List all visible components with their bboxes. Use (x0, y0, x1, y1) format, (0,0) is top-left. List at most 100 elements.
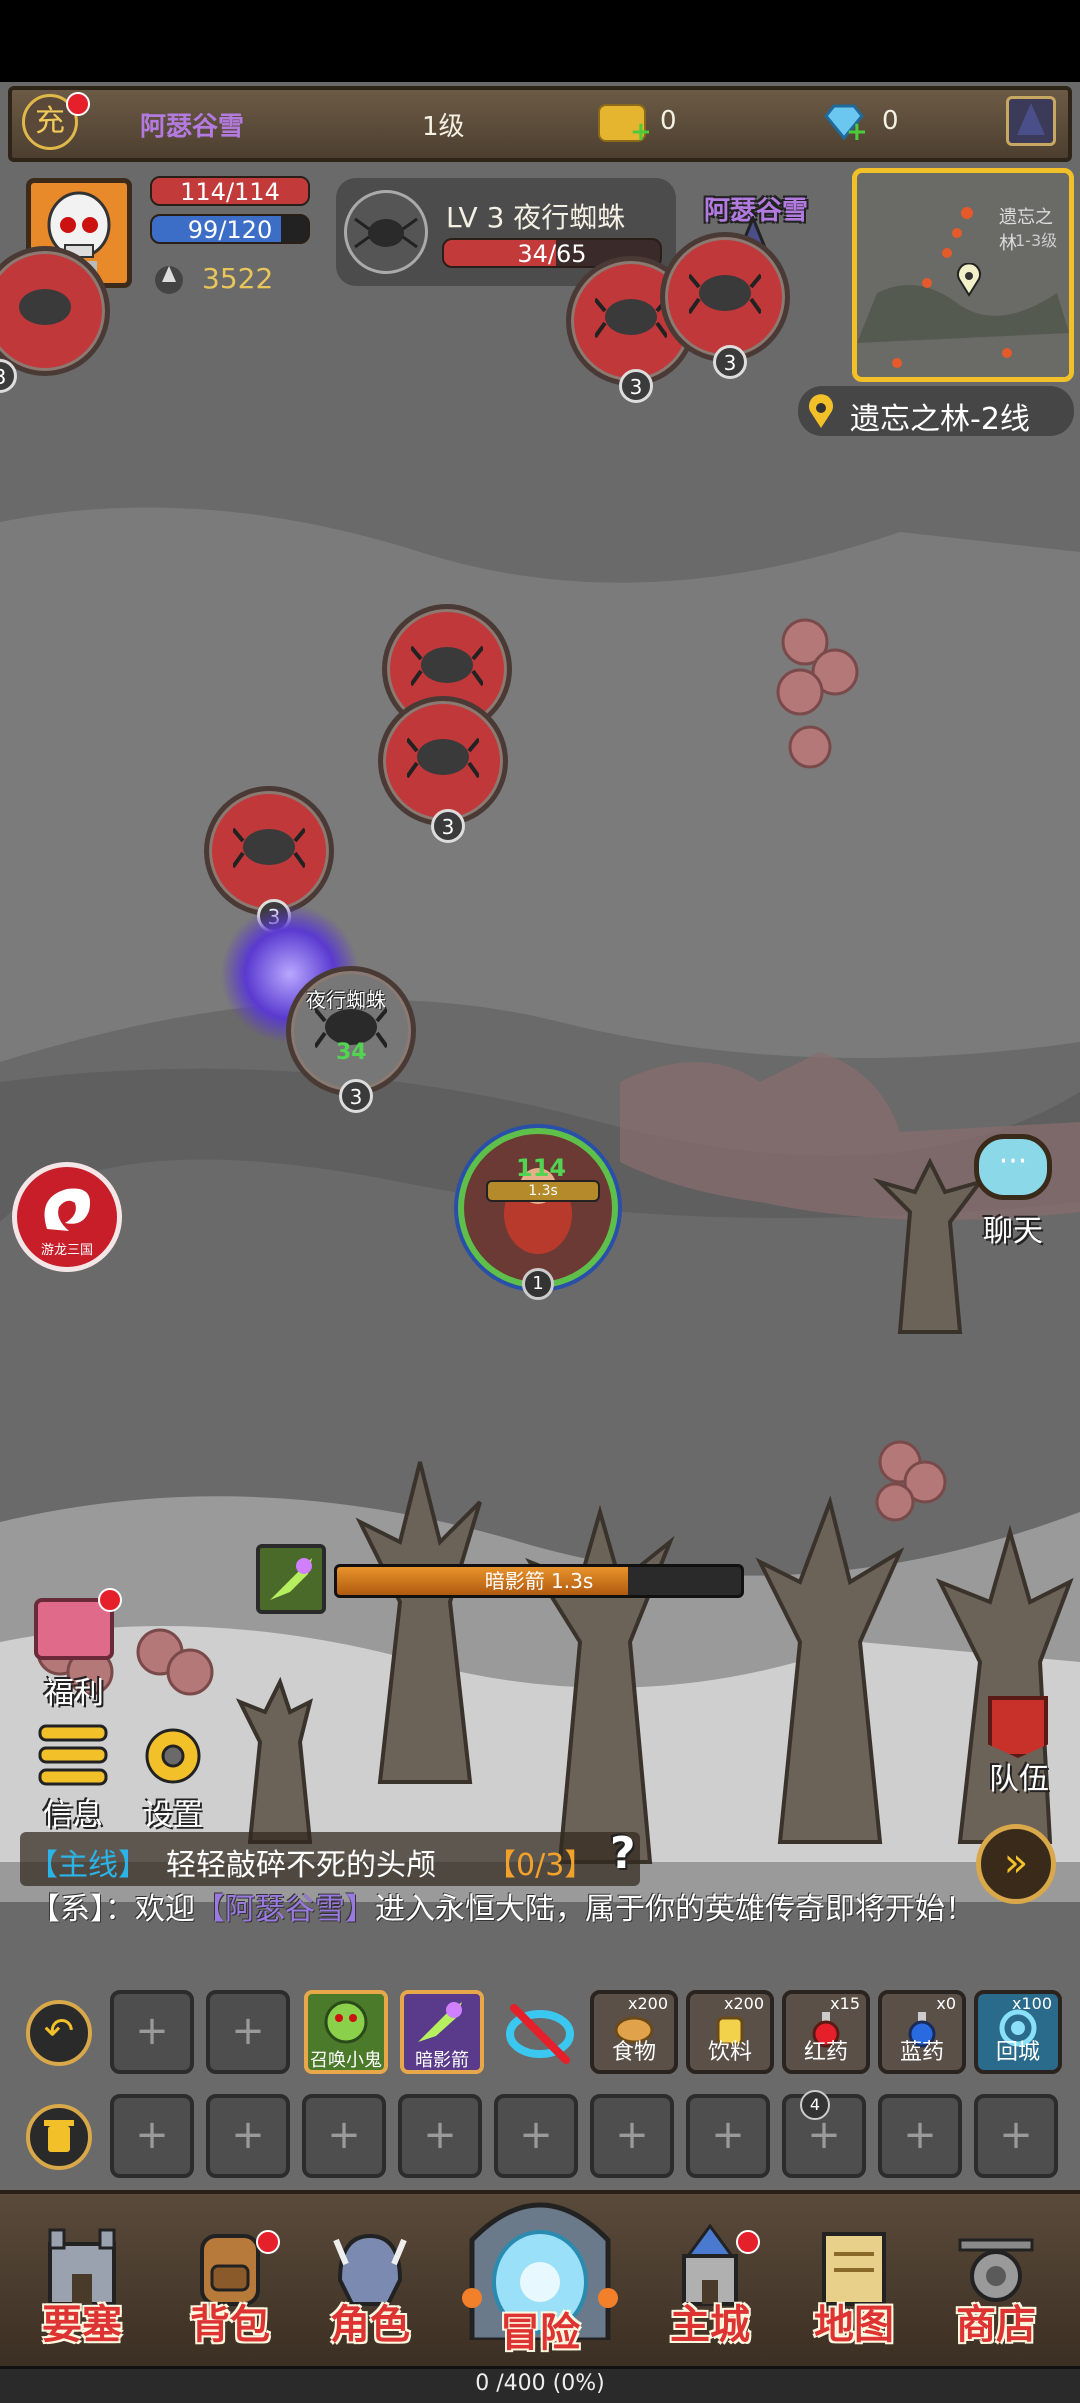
nav-map-label: 地图 (814, 2302, 894, 2348)
item-return-scroll[interactable]: x100 回城 (974, 1990, 1062, 2074)
spider-icon (19, 289, 71, 325)
power-value: 3522 (202, 262, 274, 295)
recharge-label: 充 (35, 104, 65, 139)
item-red-potion-label: 红药 (803, 2040, 848, 2065)
nav-main-city-label: 主城 (670, 2302, 750, 2348)
minimap-level-range: 1-3级 (1015, 231, 1058, 250)
item-blue-potion-label: 蓝药 (899, 2040, 944, 2065)
power-icon (154, 260, 184, 298)
location-pin-icon (806, 394, 836, 430)
nav-main-city[interactable]: 主城 (650, 2210, 770, 2360)
team-banner-icon (988, 1696, 1048, 1758)
item-red-potion[interactable]: x15 红药 (782, 1990, 870, 2074)
enemy-level-badge: 3 (339, 1079, 373, 1113)
shadow-bolt-icon (418, 2002, 462, 2042)
damage-number: 34 (336, 1040, 367, 1065)
status-bar (0, 0, 1080, 82)
settings-label: 设置 (143, 1798, 203, 1833)
recharge-notification-dot (66, 92, 90, 116)
skill-summon-imp-label: 召唤小鬼 (310, 2050, 382, 2071)
discard-button[interactable] (26, 2104, 92, 2170)
nav-character[interactable]: 角色 (310, 2210, 430, 2360)
item-slot-empty[interactable]: + (110, 2094, 194, 2178)
skill-shadow-bolt[interactable]: 暗影箭 (400, 1990, 484, 2074)
class-avatar-icon[interactable] (1006, 96, 1056, 146)
item-slot-empty[interactable]: + (206, 2094, 290, 2178)
nav-shop-label: 商店 (956, 2302, 1036, 2348)
nav-map[interactable]: 地图 (794, 2210, 914, 2360)
item-return-scroll-label: 回城 (995, 2040, 1040, 2065)
gear-icon (145, 1728, 201, 1784)
diamond-amount: 0 (882, 106, 899, 136)
player-hp-text: 114/114 (180, 178, 280, 206)
hero-level-badge: 1 (522, 1268, 554, 1300)
item-slot-empty[interactable]: + (686, 2094, 770, 2178)
team-button[interactable]: 队伍 (974, 1690, 1064, 1800)
enemy-level-badge: 3 (619, 369, 653, 403)
item-food[interactable]: x200 食物 (590, 1990, 678, 2074)
undo-button[interactable]: ↶ (26, 2000, 92, 2066)
item-slot-empty[interactable]: + (398, 2094, 482, 2178)
promo-badge-button[interactable]: 游龙三国 (12, 1162, 122, 1272)
exp-bar-text: 0 /400 (0%) (475, 2371, 605, 2396)
item-slot-empty[interactable]: + (302, 2094, 386, 2178)
system-message-prefix: 【系】：欢迎 (30, 1892, 195, 1927)
item-drink[interactable]: x200 饮料 (686, 1990, 774, 2074)
exp-bar: 0 /400 (0%) (0, 2366, 1080, 2403)
skill-shadow-bolt-label: 暗影箭 (415, 2050, 469, 2071)
quest-tag: 【主线】 (28, 1848, 148, 1883)
target-name: LV 3 夜行蜘蛛 (446, 201, 626, 234)
chat-label: 聊天 (983, 1214, 1043, 1249)
team-label: 队伍 (989, 1762, 1049, 1797)
nav-adventure[interactable]: 冒险 (452, 2180, 628, 2370)
quest-tracker[interactable]: 【主线】 轻轻敲碎不死的头颅 【0/3】 ? (20, 1828, 640, 1886)
item-drink-label: 饮料 (707, 2040, 752, 2065)
nav-adventure-label: 冒险 (500, 2310, 580, 2356)
gold-amount: 0 (660, 106, 677, 136)
welfare-notification-dot (98, 1588, 122, 1612)
skill-summon-imp[interactable]: 召唤小鬼 (304, 1990, 388, 2074)
item-slot-empty[interactable]: + (878, 2094, 962, 2178)
hero-hp: 114 (516, 1154, 567, 1182)
imp-icon (324, 2000, 368, 2044)
minimap-player-marker-icon (955, 262, 983, 297)
player-name: 阿瑟谷雪 (140, 112, 245, 142)
minimap[interactable]: 遗忘之林 1-3级 (852, 168, 1074, 382)
system-message-player-name: 【阿瑟谷雪】 (195, 1892, 375, 1927)
hero-character[interactable] (458, 1128, 618, 1288)
nav-backpack-notification-dot (256, 2230, 280, 2254)
nav-fortress-label: 要塞 (42, 2302, 122, 2348)
item-slot-empty[interactable]: + (494, 2094, 578, 2178)
player-level: 1级 (422, 112, 465, 142)
top-bar: 充 阿瑟谷雪 1级 + 0 + 0 (8, 86, 1072, 162)
skill-slot-empty[interactable]: + (110, 1990, 194, 2074)
item-blue-potion[interactable]: x0 蓝药 (878, 1990, 966, 2074)
enemy-spider[interactable]: 3 (204, 786, 334, 933)
chat-button[interactable]: ··· 聊天 (968, 1130, 1058, 1260)
spider-icon (689, 273, 761, 315)
enemy-spider[interactable]: 3 (660, 232, 790, 379)
nav-main-city-notification-dot (736, 2230, 760, 2254)
quest-help-icon[interactable]: ? (610, 1828, 636, 1879)
settings-button[interactable]: 设置 (128, 1720, 218, 1833)
gold-add-icon[interactable]: + (630, 119, 652, 145)
diamond-add-icon[interactable]: + (846, 119, 868, 145)
info-button[interactable]: 信息 (30, 1720, 116, 1833)
nav-backpack[interactable]: 背包 (170, 2210, 290, 2360)
target-portrait (344, 190, 428, 274)
item-slot-empty[interactable]: + (974, 2094, 1058, 2178)
skill-slot-empty[interactable]: + (206, 1990, 290, 2074)
spider-icon (233, 827, 305, 869)
spell-icon (256, 1544, 326, 1614)
enemy-spider[interactable]: 3 (378, 696, 508, 843)
spider-icon (595, 297, 667, 339)
location-name: 遗忘之林-2线 (850, 402, 1030, 437)
nav-fortress[interactable]: 要塞 (22, 2210, 142, 2360)
auto-cast-toggle[interactable] (502, 1996, 578, 2072)
item-slot-empty[interactable]: + (590, 2094, 674, 2178)
welfare-button[interactable]: 福利 (24, 1584, 124, 1711)
hero-cast-time: 1.3s (528, 1183, 558, 1199)
nav-shop[interactable]: 商店 (936, 2210, 1056, 2360)
quest-progress: 【0/3】 (486, 1848, 595, 1883)
quest-text: 轻轻敲碎不死的头颅 (166, 1848, 436, 1883)
